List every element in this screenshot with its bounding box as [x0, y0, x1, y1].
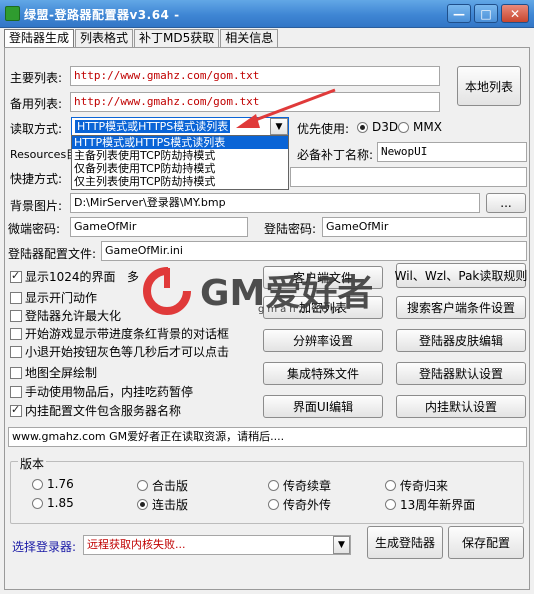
local-list-button[interactable]: 本地列表: [457, 66, 521, 106]
micro-pwd-label: 微端密码:: [8, 222, 61, 236]
tab-about[interactable]: 相关信息: [220, 29, 279, 47]
plugin-default-button[interactable]: 内挂默认设置: [396, 395, 526, 418]
read-mode-dropdown-list: HTTP模式或HTTPS模式读列表 主备列表使用TCP防劫持模式 仅备列表使用T…: [71, 135, 289, 190]
checkbox-config-server-name[interactable]: 内挂配置文件包含服务器名称: [10, 402, 181, 419]
version-guilai-radio[interactable]: 传奇归来: [385, 477, 448, 494]
resources-label: Resources目: [10, 148, 78, 161]
gm-watermark-logo: GM爱好者 gmahz.com: [140, 262, 420, 316]
ui-edit-button[interactable]: 界面UI编辑: [263, 395, 383, 418]
bg-image-input[interactable]: D:\MirServer\登录器\MY.bmp: [70, 193, 480, 213]
tab-patch-md5[interactable]: 补丁MD5获取: [134, 29, 220, 47]
main-list-label: 主要列表:: [10, 71, 63, 85]
multi-open-label: 多: [127, 270, 140, 284]
bg-image-label: 背景图片:: [10, 199, 63, 213]
checkbox-pause-potion[interactable]: 手动使用物品后，内挂吃药暂停: [10, 383, 193, 400]
select-login-label: 选择登录器:: [12, 540, 77, 554]
patch-name-label: 必备补丁名称:: [297, 148, 374, 162]
priority-mmx-radio[interactable]: MMX: [398, 120, 442, 134]
tab-list-format[interactable]: 列表格式: [75, 29, 134, 47]
priority-d3d-radio[interactable]: D3D: [357, 120, 398, 134]
integrate-files-button[interactable]: 集成特殊文件: [263, 362, 383, 385]
annotation-arrow-icon: [236, 88, 336, 128]
browse-button[interactable]: ...: [486, 193, 526, 213]
checkbox-allow-maximize[interactable]: 登陆器允许最大化: [10, 307, 121, 324]
select-login-dropdown[interactable]: 远程获取内核失败...: [83, 535, 351, 555]
watermark-url: gmahz.com: [258, 304, 344, 315]
version-13th-radio[interactable]: 13周年新界面: [385, 496, 475, 513]
checkbox-fullscreen-map[interactable]: 地图全屏绘制: [10, 364, 97, 381]
version-xuzhang-radio[interactable]: 传奇续章: [268, 477, 331, 494]
checkbox-logout-delay[interactable]: 小退开始按钮灰色等几秒后才可以点击: [10, 343, 229, 360]
dropdown-option[interactable]: HTTP模式或HTTPS模式读列表: [72, 136, 288, 149]
shortcut-label: 快捷方式:: [10, 172, 63, 186]
tab-bar: 登陆器生成 列表格式 补丁MD5获取 相关信息: [4, 29, 279, 48]
backup-list-label: 备用列表:: [10, 97, 63, 111]
dropdown-option[interactable]: 主备列表使用TCP防劫持模式: [72, 149, 288, 162]
window-title: 绿盟-登路器配置器v3.64 -: [24, 8, 180, 22]
gm-logo-icon: [143, 267, 191, 315]
dropdown-option[interactable]: 仅主列表使用TCP防劫持模式: [72, 175, 288, 188]
tab-generate[interactable]: 登陆器生成: [4, 29, 75, 48]
version-group-title: 版本: [18, 455, 47, 472]
minimize-button[interactable]: —: [447, 4, 471, 23]
default-settings-button[interactable]: 登陆器默认设置: [396, 362, 526, 385]
login-pwd-input[interactable]: GameOfMir: [322, 217, 527, 237]
skin-edit-button[interactable]: 登陆器皮肤编辑: [396, 329, 526, 352]
read-mode-value: HTTP模式或HTTPS模式读列表: [75, 120, 231, 133]
resolution-settings-button[interactable]: 分辨率设置: [263, 329, 383, 352]
generate-login-button[interactable]: 生成登陆器: [367, 526, 443, 559]
shortcut-input[interactable]: [290, 167, 527, 187]
status-text: www.gmahz.com GM爱好者正在读取资源，请稍后....: [8, 427, 527, 447]
close-button[interactable]: ✕: [501, 4, 529, 23]
version-176-radio[interactable]: 1.76: [32, 477, 74, 491]
dropdown-option[interactable]: 仅备列表使用TCP防劫持模式: [72, 162, 288, 175]
version-heji-radio[interactable]: 合击版: [137, 477, 188, 494]
micro-pwd-input[interactable]: GameOfMir: [70, 217, 248, 237]
version-waizhuan-radio[interactable]: 传奇外传: [268, 496, 331, 513]
patch-name-input[interactable]: NewopUI: [377, 142, 527, 162]
app-icon: [5, 6, 20, 21]
version-lianji-radio[interactable]: 连击版: [137, 496, 188, 513]
checkbox-1024-ui[interactable]: 显示1024的界面: [10, 268, 116, 285]
config-file-label: 登陆器配置文件:: [8, 247, 97, 261]
checkbox-progress-dialog[interactable]: 开始游戏显示带进度条红背景的对话框: [10, 325, 229, 342]
chevron-down-icon[interactable]: ▼: [333, 536, 350, 554]
checkbox-door-animation[interactable]: 显示开门动作: [10, 289, 97, 306]
main-list-input[interactable]: http://www.gmahz.com/gom.txt: [70, 66, 440, 86]
read-mode-label: 读取方式:: [10, 122, 63, 136]
config-file-input[interactable]: GameOfMir.ini: [101, 241, 527, 261]
maximize-button[interactable]: □: [474, 4, 498, 23]
version-185-radio[interactable]: 1.85: [32, 496, 74, 510]
login-pwd-label: 登陆密码:: [264, 222, 317, 236]
save-config-button[interactable]: 保存配置: [448, 526, 524, 559]
